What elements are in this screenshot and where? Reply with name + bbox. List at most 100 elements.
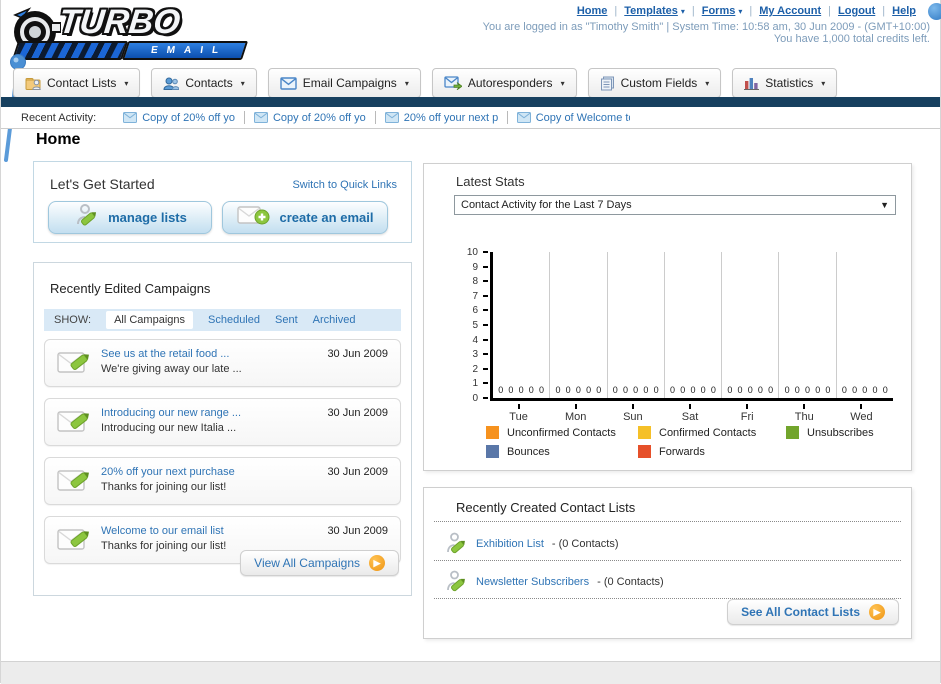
- campaign-date: 30 Jun 2009: [327, 407, 388, 419]
- campaign-title-link[interactable]: 20% off your next purchase: [101, 466, 235, 478]
- x-axis-label: Thu: [776, 404, 833, 423]
- view-all-campaigns-button[interactable]: View All Campaigns ▶: [240, 550, 399, 576]
- tab-label: Autoresponders: [467, 76, 553, 90]
- create-email-button[interactable]: create an email: [222, 201, 388, 234]
- chart-group: 00000: [837, 252, 893, 398]
- tab-email-campaigns[interactable]: Email Campaigns ▾: [267, 68, 421, 98]
- help-bubble-icon[interactable]: [928, 3, 941, 20]
- legend-swatch: [486, 445, 499, 458]
- chart-x-axis-labels: Tue Mon Sun Sat Fri Thu Wed: [490, 404, 890, 423]
- value-label: 0: [539, 385, 545, 395]
- stats-period-dropdown[interactable]: Contact Activity for the Last 7 Days ▼: [454, 195, 896, 215]
- tab-contact-lists[interactable]: Contact Lists ▾: [13, 68, 141, 98]
- statistics-icon: [744, 76, 760, 90]
- recent-activity-item: Copy of 20% off yo: [114, 111, 245, 124]
- app-logo[interactable]: TURBO EMAIL: [7, 3, 257, 61]
- campaign-filters: All Campaigns Scheduled Sent Archived: [106, 311, 355, 329]
- x-axis-tick: [517, 404, 520, 409]
- value-label: 0: [757, 385, 763, 395]
- custom-fields-icon: [600, 76, 615, 91]
- campaign-title-link[interactable]: Welcome to our email list: [101, 525, 224, 537]
- y-axis-tick-label: 10: [466, 247, 478, 258]
- campaign-card[interactable]: 20% off your next purchase Thanks for joi…: [44, 457, 401, 505]
- chart-value-labels: 00000: [493, 385, 549, 395]
- top-nav: Home | Templates ▾ | Forms ▾ | My Account | Logout…: [577, 5, 916, 17]
- tab-autoresponders[interactable]: Autoresponders ▾: [431, 68, 577, 98]
- switch-quick-links-link[interactable]: Switch to Quick Links: [292, 179, 397, 191]
- chevron-down-icon: ▾: [124, 78, 129, 88]
- campaign-title-link[interactable]: Introducing our new range ...: [101, 407, 241, 419]
- top-link-my-account[interactable]: My Account: [759, 5, 821, 17]
- campaign-envelope-pencil-icon: [57, 408, 93, 441]
- campaign-card[interactable]: Introducing our new range ... Introducing…: [44, 398, 401, 446]
- y-axis-tick-label: 1: [472, 378, 478, 390]
- tab-contacts[interactable]: Contacts ▾: [151, 68, 257, 98]
- value-label: 0: [852, 385, 858, 395]
- email-campaigns-icon: [280, 76, 297, 90]
- contact-list-item: Exhibition List - (0 Contacts): [444, 528, 619, 560]
- top-link-logout[interactable]: Logout: [838, 5, 875, 17]
- legend-item: Bounces: [486, 445, 638, 458]
- top-link-templates[interactable]: Templates: [624, 5, 678, 17]
- recent-activity-item: Copy of 20% off yo: [245, 111, 376, 124]
- legend-item: Forwards: [638, 445, 786, 458]
- envelope-icon: [384, 112, 399, 123]
- tab-label: Email Campaigns: [302, 76, 397, 90]
- filter-archived[interactable]: Archived: [313, 314, 356, 326]
- dotted-divider: [434, 521, 901, 522]
- envelope-icon: [123, 112, 138, 123]
- y-axis-tick: [483, 324, 488, 326]
- filter-all-campaigns[interactable]: All Campaigns: [106, 311, 193, 329]
- y-axis-tick-label: 3: [472, 349, 478, 361]
- chart-value-labels: 00000: [608, 385, 664, 395]
- page: TURBO EMAIL Home | Templates ▾ | Forms ▾ | My Ac…: [0, 0, 941, 684]
- recent-activity-label: Recent Activity:: [21, 111, 97, 124]
- tab-statistics[interactable]: Statistics ▾: [732, 68, 838, 98]
- legend-label: Unsubscribes: [807, 426, 874, 439]
- x-axis-label-text: Fri: [740, 411, 754, 423]
- value-label: 0: [882, 385, 888, 395]
- top-link-home[interactable]: Home: [577, 5, 608, 17]
- top-link-forms[interactable]: Forms: [702, 5, 736, 17]
- dotted-divider: [434, 560, 901, 561]
- filter-sent[interactable]: Sent: [275, 314, 298, 326]
- autoresponders-icon: [444, 76, 462, 90]
- campaigns-title: Recently Edited Campaigns: [50, 281, 211, 296]
- contact-list-detail: - (0 Contacts): [551, 538, 619, 550]
- filter-scheduled[interactable]: Scheduled: [208, 314, 260, 326]
- recent-activity-link[interactable]: Copy of 20% off yo: [142, 112, 235, 124]
- recent-activity-items: Copy of 20% off yo Copy of 20% off yo 20% …: [114, 111, 639, 124]
- separator: |: [882, 5, 886, 17]
- value-label: 0: [643, 385, 649, 395]
- recent-activity-link[interactable]: Copy of 20% off yo: [273, 112, 366, 124]
- recent-activity-link[interactable]: 20% off your next p: [404, 112, 498, 124]
- recent-activity-link[interactable]: Copy of Welcome to: [536, 112, 630, 124]
- legend-label: Bounces: [507, 445, 550, 458]
- contact-list-link[interactable]: Newsletter Subscribers: [476, 576, 589, 588]
- campaign-date: 30 Jun 2009: [327, 466, 388, 478]
- legend-item: Confirmed Contacts: [638, 426, 786, 439]
- value-label: 0: [700, 385, 706, 395]
- campaign-list: See us at the retail food ... We're givin…: [44, 339, 401, 575]
- chevron-down-icon: ▾: [821, 78, 826, 88]
- value-label: 0: [612, 385, 618, 395]
- page-title: Home: [36, 131, 81, 148]
- contact-lists-panel: Recently Created Contact Lists Exhibitio…: [423, 487, 912, 639]
- tab-label: Custom Fields: [620, 76, 698, 90]
- campaign-title-link[interactable]: See us at the retail food ...: [101, 348, 229, 360]
- logo-title: TURBO: [57, 3, 182, 41]
- value-label: 0: [825, 385, 831, 395]
- tab-custom-fields[interactable]: Custom Fields ▾: [587, 68, 722, 98]
- manage-lists-button[interactable]: manage lists: [48, 201, 212, 234]
- person-pencil-icon: [73, 203, 99, 229]
- legend-swatch: [638, 445, 651, 458]
- get-started-panel: Let's Get Started Switch to Quick Links …: [33, 161, 412, 243]
- create-email-label: create an email: [279, 210, 374, 225]
- value-label: 0: [747, 385, 753, 395]
- top-link-help[interactable]: Help: [892, 5, 916, 17]
- contact-list-link[interactable]: Exhibition List: [476, 538, 544, 550]
- chart-group: 00000: [722, 252, 780, 398]
- chart-group: 00000: [608, 252, 665, 398]
- see-all-contact-lists-button[interactable]: See All Contact Lists ▶: [727, 599, 899, 625]
- campaign-card[interactable]: See us at the retail food ... We're givin…: [44, 339, 401, 387]
